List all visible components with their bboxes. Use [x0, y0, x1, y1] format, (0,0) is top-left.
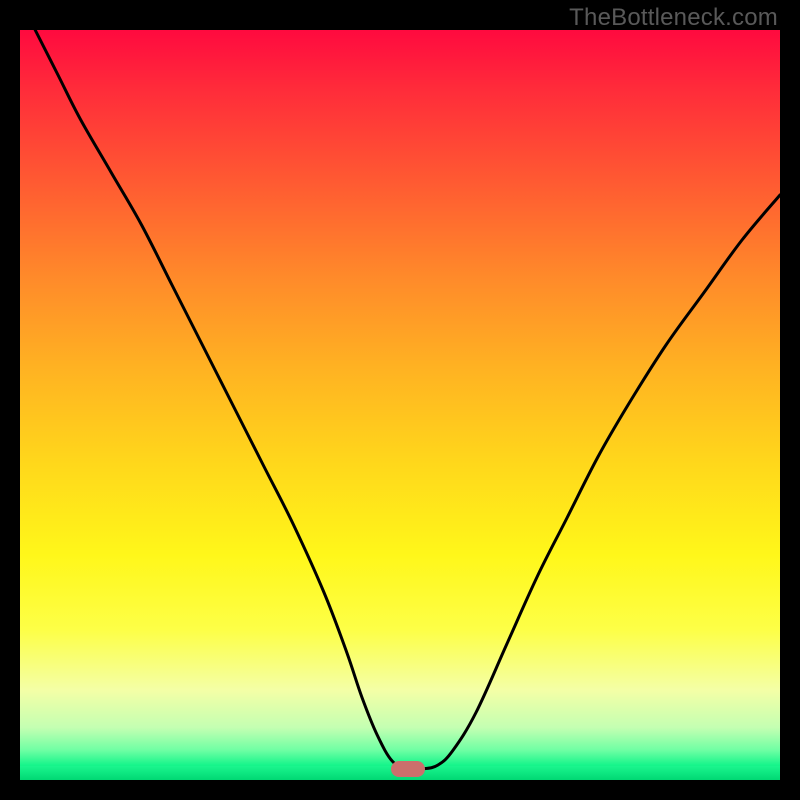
curve-svg [20, 30, 780, 780]
plot-area [20, 30, 780, 780]
optimal-marker [391, 761, 425, 777]
chart-frame: TheBottleneck.com [0, 0, 800, 800]
watermark-text: TheBottleneck.com [569, 4, 778, 32]
bottleneck-curve [35, 30, 780, 770]
